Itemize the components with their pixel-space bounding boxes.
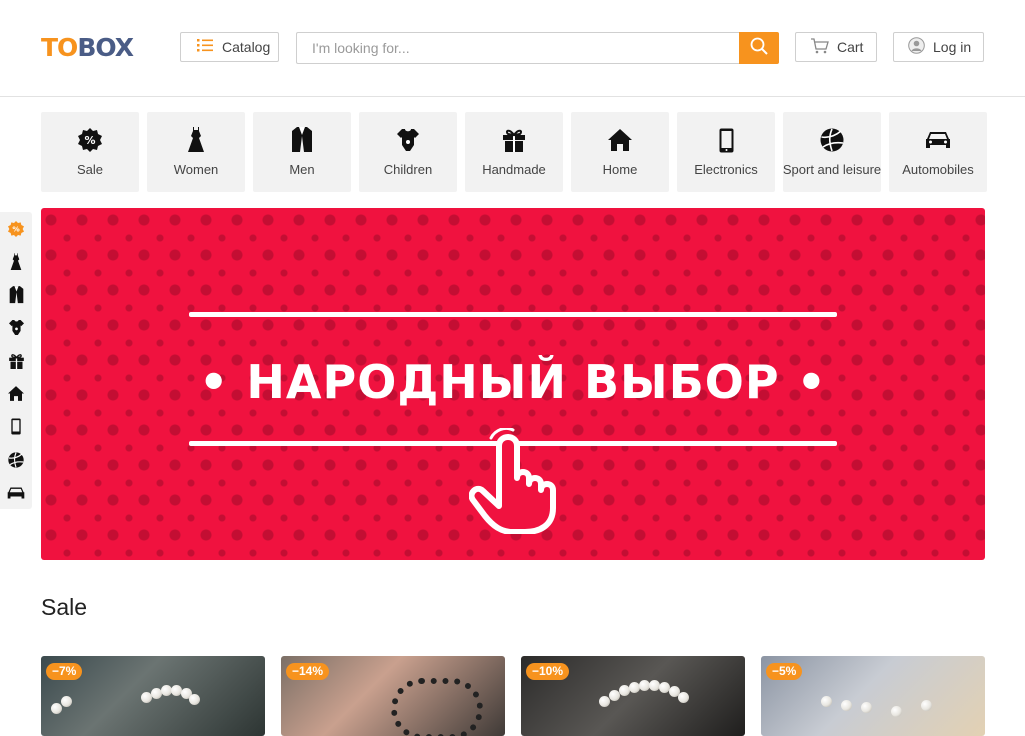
search-button[interactable] [739,32,779,64]
category-label: Children [383,162,433,177]
product-card[interactable]: −10% [521,656,745,736]
catalog-button[interactable]: Catalog [180,32,279,62]
pointer-hand-icon [468,426,561,539]
search-input[interactable] [296,32,739,64]
side-house-icon[interactable] [0,377,32,410]
category-women[interactable]: Women [147,112,245,192]
cart-label: Cart [837,39,864,55]
category-children[interactable]: Children [359,112,457,192]
suit-icon [291,127,313,153]
login-button[interactable]: Log in [893,32,984,62]
side-sale-icon[interactable]: % [0,212,32,245]
svg-text:%: % [84,134,95,147]
category-label: Women [173,162,219,177]
dress-icon [187,127,205,153]
category-label: Electronics [694,162,758,177]
banner-line-top [189,312,837,317]
category-handmade[interactable]: Handmade [465,112,563,192]
category-sale[interactable]: % Sale [41,112,139,192]
side-car-icon[interactable] [0,476,32,509]
side-phone-icon[interactable] [0,410,32,443]
promo-banner[interactable]: • НАРОДНЫЙ ВЫБОР • [41,208,985,560]
product-card[interactable]: −5% [761,656,985,736]
category-men[interactable]: Men [253,112,351,192]
house-icon [608,127,632,153]
product-card[interactable]: −14% [281,656,505,736]
search-icon [750,37,768,60]
list-icon [197,39,213,55]
baby-bodysuit-icon [397,127,419,153]
svg-text:%: % [12,224,20,233]
cart-icon [810,37,829,57]
sale-section-title: Sale [41,594,88,620]
sale-icon: % [78,127,102,153]
category-electronics[interactable]: Electronics [677,112,775,192]
category-automobiles[interactable]: Automobiles [889,112,987,192]
banner-title: • НАРОДНЫЙ ВЫБОР • [199,355,827,409]
side-suit-icon[interactable] [0,278,32,311]
volleyball-icon [820,127,844,153]
discount-badge: −7% [46,663,83,680]
category-label: Home [602,162,638,177]
user-icon [908,37,925,57]
product-card[interactable]: −7% [41,656,265,736]
side-volleyball-icon[interactable] [0,443,32,476]
category-label: Handmade [482,162,546,177]
login-label: Log in [933,39,972,55]
category-bar: % Sale Women Men Children Handmade Home … [41,112,987,192]
gift-icon [503,127,525,153]
category-label: Men [289,162,315,177]
product-image [391,678,483,736]
discount-badge: −10% [526,663,570,680]
cart-button[interactable]: Cart [795,32,877,62]
category-label: Automobiles [902,162,974,177]
category-home[interactable]: Home [571,112,669,192]
search-bar [296,32,779,64]
sale-product-list: −7% −14% −10% −5% [41,656,985,736]
side-category-bar: % [0,212,32,509]
catalog-label: Catalog [222,39,271,55]
category-sport[interactable]: Sport and leisure [783,112,881,192]
side-baby-bodysuit-icon[interactable] [0,311,32,344]
tobox-logo[interactable]: TOBOX [41,33,134,63]
discount-badge: −14% [286,663,330,680]
car-icon [925,127,951,153]
category-label: Sale [76,162,104,177]
side-gift-icon[interactable] [0,344,32,377]
category-label: Sport and leisure [782,162,882,177]
discount-badge: −5% [766,663,803,680]
phone-icon [719,127,734,153]
site-header: TOBOX Catalog Cart Log in [0,0,1025,97]
side-dress-icon[interactable] [0,245,32,278]
